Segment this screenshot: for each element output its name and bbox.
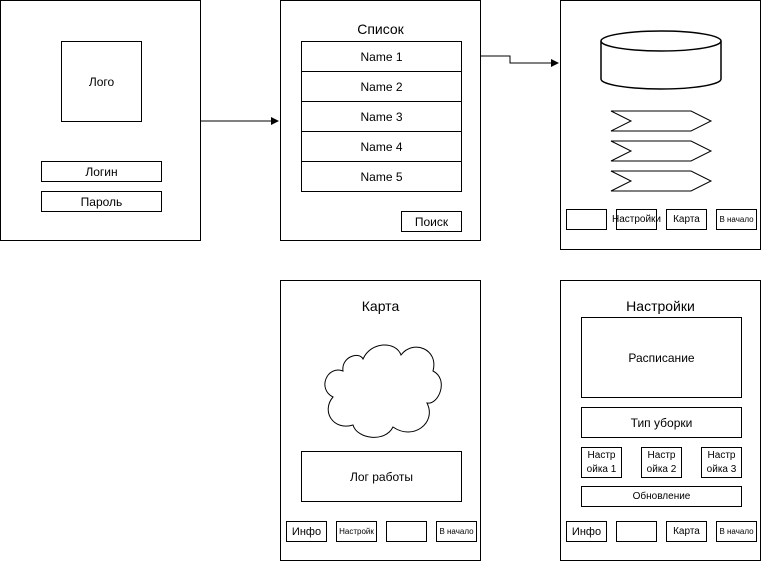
setting-1-button[interactable]: Настр ойка 1 xyxy=(581,447,622,478)
work-log-panel: Лог работы xyxy=(301,451,462,502)
nav-button-empty[interactable] xyxy=(566,209,607,230)
settings-title: Настройки xyxy=(626,298,695,314)
nav-button-home[interactable]: В начало xyxy=(716,209,757,230)
nav-button-info[interactable]: Инфо xyxy=(286,521,327,542)
list-item[interactable]: Name 4 xyxy=(301,131,462,162)
step-chevrons xyxy=(610,110,713,192)
nav-button-info[interactable]: Инфо xyxy=(566,521,607,542)
list-item[interactable]: Name 1 xyxy=(301,41,462,72)
list-item[interactable]: Name 5 xyxy=(301,161,462,192)
list-item[interactable]: Name 3 xyxy=(301,101,462,132)
nav-button-settings[interactable]: Настройк xyxy=(336,521,377,542)
chevron-step-icon xyxy=(610,110,713,132)
chevron-step-icon xyxy=(610,140,713,162)
nav-button-home[interactable]: В начало xyxy=(436,521,477,542)
nav-button-home[interactable]: В начало xyxy=(716,521,757,542)
list-title: Список xyxy=(357,21,404,37)
nav-button-map[interactable]: Карта xyxy=(666,209,707,230)
list-screen: Список Name 1 Name 2 Name 3 Name 4 Name … xyxy=(280,0,481,241)
map-title: Карта xyxy=(361,298,400,314)
setting-3-button[interactable]: Настр ойка 3 xyxy=(701,447,742,478)
nav-button-empty[interactable] xyxy=(386,521,427,542)
chevron-step-icon xyxy=(610,170,713,192)
login-screen: Лого Логин Пароль xyxy=(0,0,201,241)
list-item[interactable]: Name 2 xyxy=(301,71,462,102)
password-field[interactable]: Пароль xyxy=(41,191,162,212)
setting-2-button[interactable]: Настр ойка 2 xyxy=(641,447,682,478)
detail-screen: Настройки Карта В начало xyxy=(560,0,761,250)
nav-button-empty[interactable] xyxy=(616,521,657,542)
search-button[interactable]: Поиск xyxy=(401,211,462,232)
nav-button-map[interactable]: Карта xyxy=(666,521,707,542)
map-screen: Карта Лог работы Инфо Настройк В начало xyxy=(280,280,481,561)
database-icon xyxy=(600,30,722,90)
nav-button-settings[interactable]: Настройки xyxy=(612,209,661,230)
update-button[interactable]: Обновление xyxy=(581,486,742,507)
login-field[interactable]: Логин xyxy=(41,161,162,182)
schedule-panel[interactable]: Расписание xyxy=(581,317,742,398)
logo-placeholder: Лого xyxy=(61,41,142,122)
settings-screen: Настройки Расписание Тип уборки Настр ой… xyxy=(560,280,761,561)
cleaning-type-field[interactable]: Тип уборки xyxy=(581,407,742,438)
cloud-map-icon xyxy=(324,344,442,438)
